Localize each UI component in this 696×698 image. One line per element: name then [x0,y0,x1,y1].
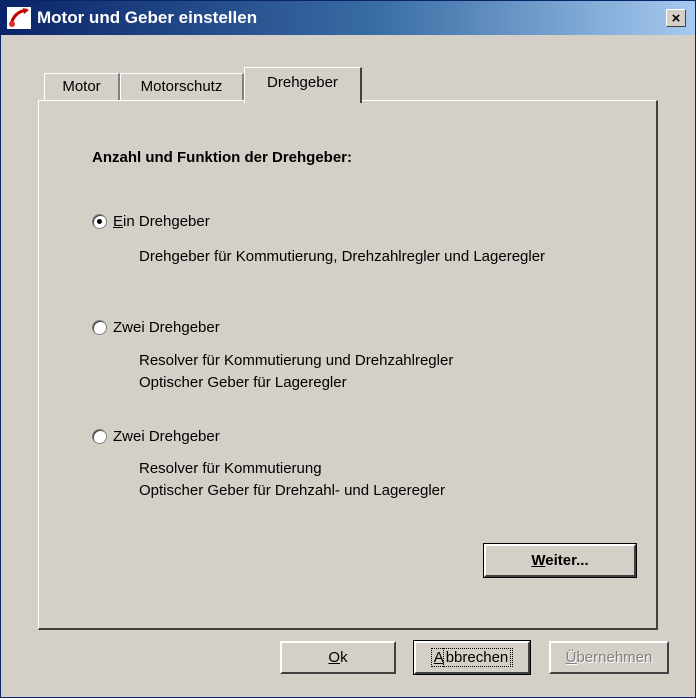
button-label: Übernehmen [565,649,653,666]
option-one-encoder[interactable]: Ein Drehgeber [92,213,210,230]
next-button[interactable]: Weiter... [483,543,637,578]
ok-button[interactable]: Ok [280,641,396,674]
option-description: Drehgeber für Kommutierung, Drehzahlregl… [139,248,546,265]
button-label: Ok [328,649,348,666]
option-two-encoders-b[interactable]: Zwei Drehgeber [92,428,220,445]
button-label: Weiter... [531,552,589,569]
apply-button[interactable]: Übernehmen [549,641,669,674]
tab-panel: Anzahl und Funktion der Drehgeber: Ein D… [38,100,658,630]
app-icon [7,7,31,29]
dialog-window: Motor und Geber einstellen × Motor Motor… [0,0,696,698]
close-button[interactable]: × [666,9,686,27]
radio-button[interactable] [92,429,107,444]
title-bar[interactable]: Motor und Geber einstellen × [1,1,695,35]
option-label: Zwei Drehgeber [113,428,220,445]
option-label: Zwei Drehgeber [113,319,220,336]
radio-button-checked[interactable] [92,214,107,229]
radio-button[interactable] [92,320,107,335]
section-heading: Anzahl und Funktion der Drehgeber: [92,149,353,166]
tab-motorschutz[interactable]: Motorschutz [120,73,244,101]
window-title: Motor und Geber einstellen [37,8,258,27]
option-two-encoders-a[interactable]: Zwei Drehgeber [92,319,220,336]
option-label: Ein Drehgeber [113,213,210,230]
option-description: Resolver für Kommutierung und Drehzahlre… [139,352,454,391]
tab-motor[interactable]: Motor [44,73,120,101]
tab-drehgeber[interactable]: Drehgeber [244,67,362,103]
cancel-button[interactable]: Abbrechen [413,640,531,675]
option-description: Resolver für Kommutierung Optischer Gebe… [139,460,445,499]
tab-label: Motorschutz [140,78,223,95]
tab-label: Motor [62,78,101,95]
close-icon: × [671,10,681,27]
button-label: Abbrechen [430,648,514,667]
tab-label: Drehgeber [267,74,338,91]
